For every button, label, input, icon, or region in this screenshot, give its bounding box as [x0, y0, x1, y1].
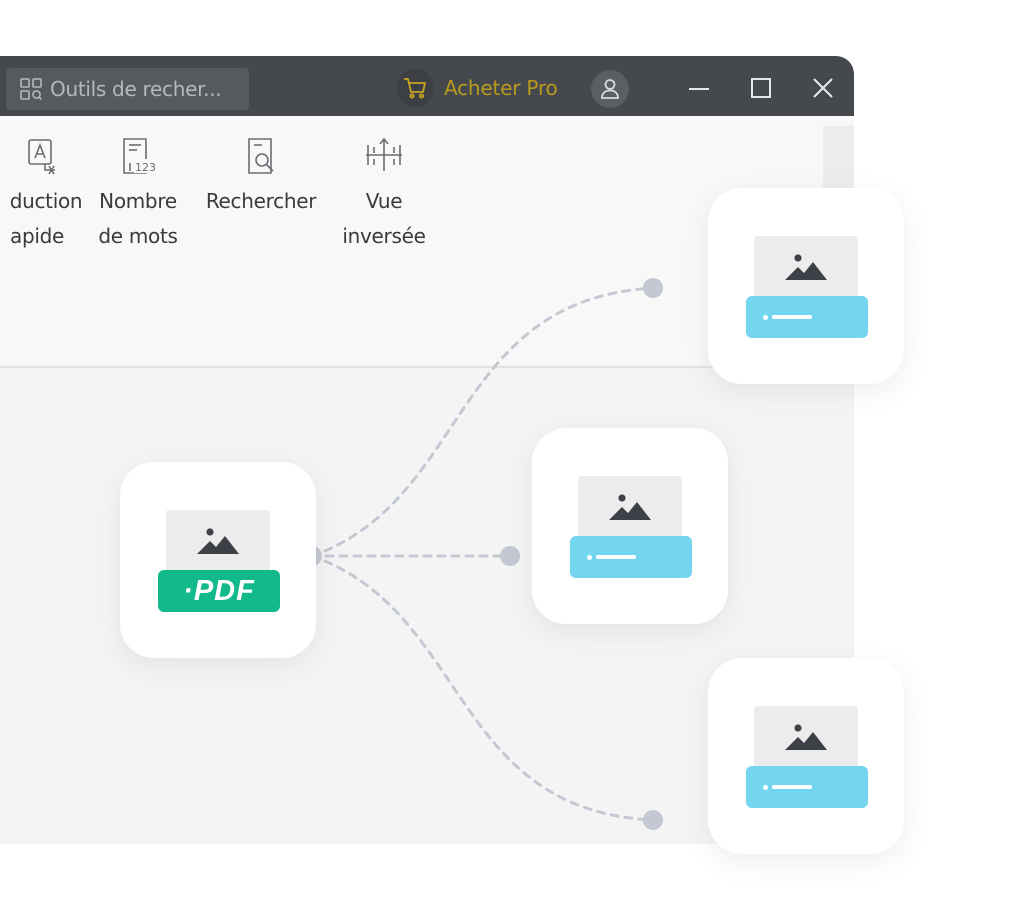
tools-grid-search-icon	[20, 78, 42, 100]
tool-label-line2: inversée	[342, 224, 426, 248]
tool-quick-translation[interactable]: duction apide	[0, 134, 92, 254]
tool-label-line2: de mots	[98, 224, 178, 248]
translate-icon	[28, 139, 55, 175]
image-format-tag	[746, 766, 868, 808]
search-placeholder: Outils de recher...	[50, 77, 222, 101]
image-output-card-top	[708, 188, 904, 384]
image-output-card-middle	[532, 428, 728, 624]
close-icon	[813, 78, 833, 98]
pdf-source-card: ·PDF	[120, 462, 316, 658]
tool-search-input[interactable]: Outils de recher...	[6, 68, 249, 110]
image-thumbnail	[754, 236, 858, 298]
tool-word-count[interactable]: 123 Nombre de mots	[88, 134, 188, 254]
tool-reverse-view[interactable]: Vue inversée	[334, 134, 434, 254]
search-document-icon	[248, 138, 274, 174]
user-account-icon[interactable]	[591, 70, 629, 108]
image-thumbnail	[754, 706, 858, 768]
tool-label-line1: duction	[9, 189, 83, 213]
image-icon	[785, 254, 827, 280]
tool-label-line2: apide	[9, 224, 64, 248]
buy-pro-label: Acheter Pro	[444, 76, 558, 100]
image-format-tag	[746, 296, 868, 338]
image-icon	[609, 494, 651, 520]
buy-pro-button[interactable]: Acheter Pro	[396, 69, 558, 107]
maximize-button[interactable]	[747, 74, 775, 102]
tool-label-line1: Nombre	[99, 189, 177, 213]
maximize-icon	[751, 78, 771, 98]
image-icon	[197, 528, 239, 554]
image-thumbnail	[578, 476, 682, 538]
svg-text:123: 123	[135, 161, 156, 174]
reverse-view-icon	[366, 137, 402, 171]
image-icon	[785, 724, 827, 750]
image-thumbnail	[166, 510, 270, 572]
cart-icon	[396, 69, 434, 107]
image-output-card-bottom	[708, 658, 904, 854]
minimize-icon	[689, 88, 709, 90]
word-count-icon: 123	[123, 138, 156, 174]
tool-search[interactable]: Rechercher	[198, 134, 324, 219]
tool-label-line1: Vue	[365, 189, 403, 213]
minimize-button[interactable]	[685, 74, 713, 102]
image-format-tag	[570, 536, 692, 578]
tool-label-line1: Rechercher	[205, 189, 317, 213]
close-button[interactable]	[809, 74, 837, 102]
title-bar: Outils de recher... Acheter Pro	[0, 56, 854, 116]
pdf-label: ·PDF	[158, 570, 280, 612]
